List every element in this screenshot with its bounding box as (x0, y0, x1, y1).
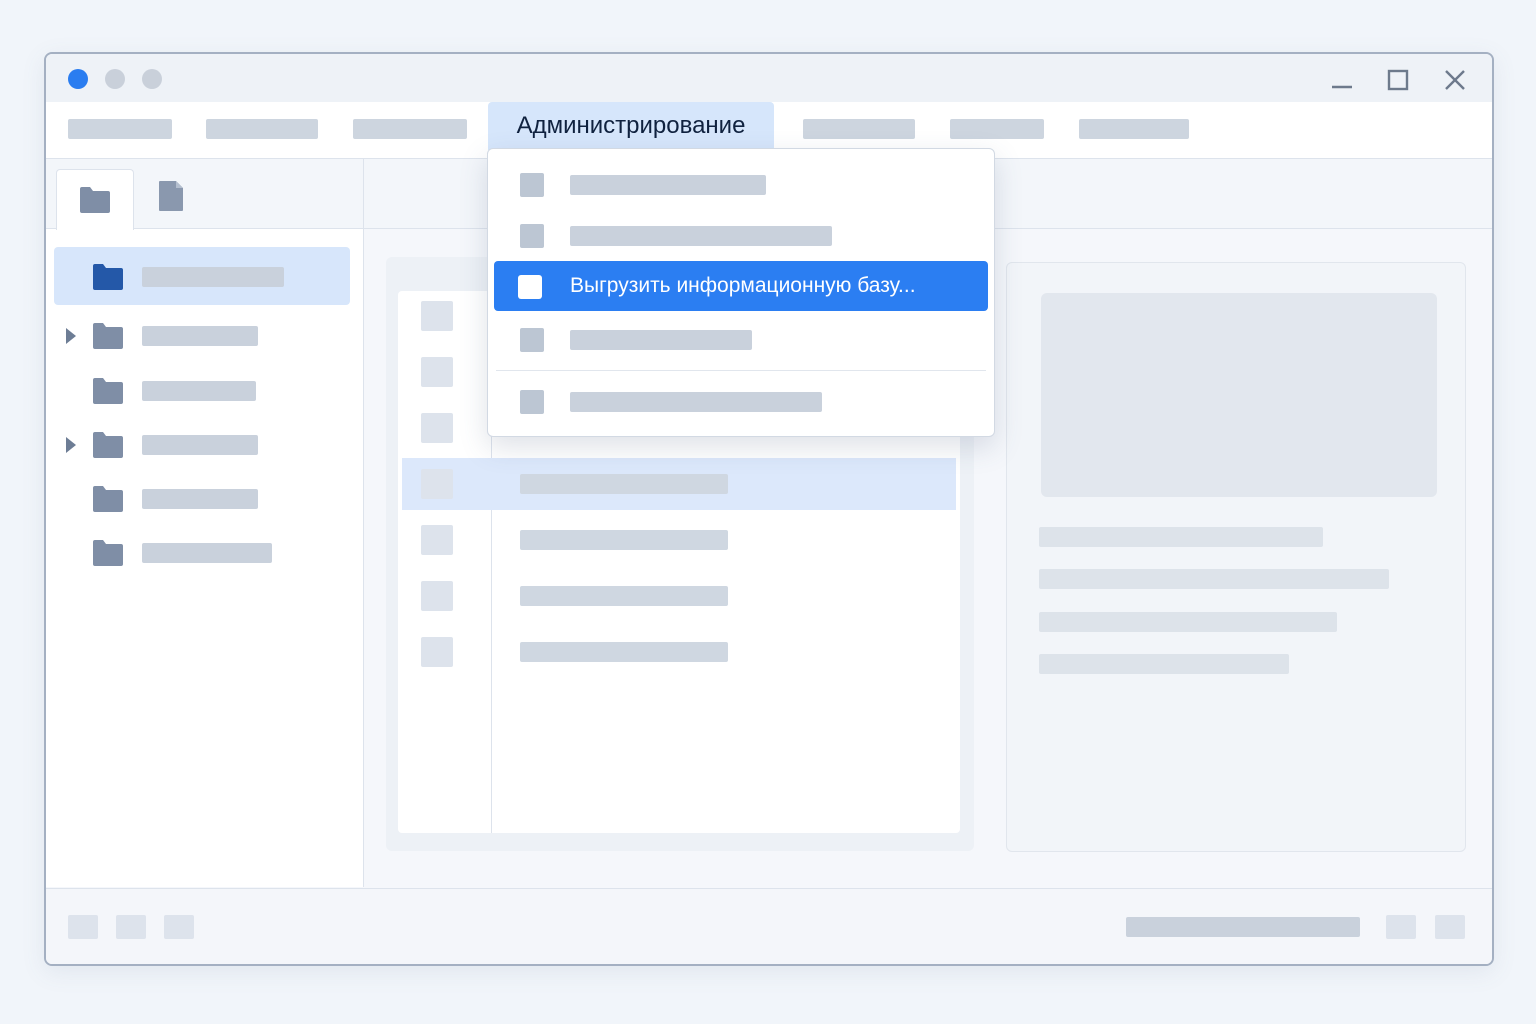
left-panel-tabs (46, 159, 363, 230)
status-button-placeholder[interactable] (68, 915, 98, 939)
list-row-icon (421, 581, 453, 611)
menu-item-placeholder[interactable] (950, 119, 1044, 139)
preview-text-line (1039, 612, 1337, 632)
menu-item-label-placeholder (570, 330, 752, 350)
menu-item-label-placeholder (570, 392, 822, 412)
document-icon (159, 181, 183, 211)
status-button-placeholder[interactable] (1386, 915, 1416, 939)
preview-panel (1006, 262, 1466, 852)
list-row-icon (421, 301, 453, 331)
window-dot-gray-2[interactable] (142, 69, 162, 89)
window-dot-gray-1[interactable] (105, 69, 125, 89)
menu-item-icon (518, 275, 542, 299)
tree-item[interactable] (54, 415, 350, 473)
list-row-icon (421, 637, 453, 667)
caret-right-icon[interactable] (66, 328, 76, 344)
folder-icon (93, 323, 123, 349)
close-icon[interactable] (1441, 66, 1469, 94)
menu-separator (496, 370, 986, 371)
folder-icon (80, 187, 110, 213)
minimize-icon[interactable] (1328, 66, 1356, 94)
menu-item-placeholder[interactable] (803, 119, 915, 139)
list-row-icon (421, 413, 453, 443)
dropdown-item[interactable] (494, 314, 988, 364)
list-row[interactable] (402, 514, 956, 566)
dropdown-item[interactable] (494, 376, 988, 426)
tree-item-label (142, 435, 258, 455)
window-dot-blue[interactable] (68, 69, 88, 89)
tree-item-label (142, 326, 258, 346)
menu-item-administration[interactable]: Администрирование (488, 102, 774, 150)
preview-image-placeholder (1041, 293, 1437, 497)
tree-item-selected[interactable] (54, 247, 350, 305)
title-bar (46, 54, 1492, 102)
list-row-selected[interactable] (402, 458, 956, 510)
menu-item-label: Выгрузить информационную базу... (570, 274, 916, 297)
list-row-icon (421, 525, 453, 555)
list-row-label (520, 474, 728, 494)
menu-item-label-placeholder (570, 226, 832, 246)
dropdown-item[interactable] (494, 159, 988, 209)
tab-documents[interactable] (156, 179, 186, 213)
tree-item[interactable] (54, 306, 350, 364)
list-row-label (520, 530, 728, 550)
menu-item-placeholder[interactable] (206, 119, 318, 139)
menu-item-icon (520, 328, 544, 352)
list-row[interactable] (402, 626, 956, 678)
list-row-label (520, 586, 728, 606)
menu-item-icon (520, 224, 544, 248)
menu-item-placeholder[interactable] (68, 119, 172, 139)
folder-icon (93, 378, 123, 404)
left-panel (46, 159, 364, 887)
dropdown-item-export-infobase[interactable]: Выгрузить информационную базу... (494, 261, 988, 311)
status-bar (46, 888, 1492, 964)
list-row[interactable] (402, 570, 956, 622)
folder-icon (93, 540, 123, 566)
menu-item-placeholder[interactable] (1079, 119, 1189, 139)
tree-item[interactable] (54, 523, 350, 581)
preview-text-line (1039, 527, 1323, 547)
preview-text-line (1039, 654, 1289, 674)
tree-item-label (142, 381, 256, 401)
folder-icon (93, 486, 123, 512)
administration-dropdown-menu: Выгрузить информационную базу... (487, 148, 995, 437)
tree-item-label (142, 489, 258, 509)
status-button-placeholder[interactable] (1435, 915, 1465, 939)
list-row-icon (421, 357, 453, 387)
caret-right-icon[interactable] (66, 437, 76, 453)
menu-item-icon (520, 390, 544, 414)
folder-icon (93, 432, 123, 458)
menu-item-placeholder[interactable] (353, 119, 467, 139)
tab-folders[interactable] (56, 169, 134, 230)
tree-item[interactable] (54, 361, 350, 419)
dropdown-item[interactable] (494, 210, 988, 260)
tree-item-label (142, 267, 284, 287)
menu-item-label-placeholder (570, 175, 766, 195)
list-row-icon (421, 469, 453, 499)
tree-item-label (142, 543, 272, 563)
maximize-icon[interactable] (1384, 66, 1412, 94)
status-button-placeholder[interactable] (116, 915, 146, 939)
status-button-placeholder[interactable] (164, 915, 194, 939)
menu-item-icon (520, 173, 544, 197)
tree-item[interactable] (54, 469, 350, 527)
status-text-placeholder (1126, 917, 1360, 937)
folder-icon (93, 264, 123, 290)
list-row-label (520, 642, 728, 662)
preview-text-line (1039, 569, 1389, 589)
